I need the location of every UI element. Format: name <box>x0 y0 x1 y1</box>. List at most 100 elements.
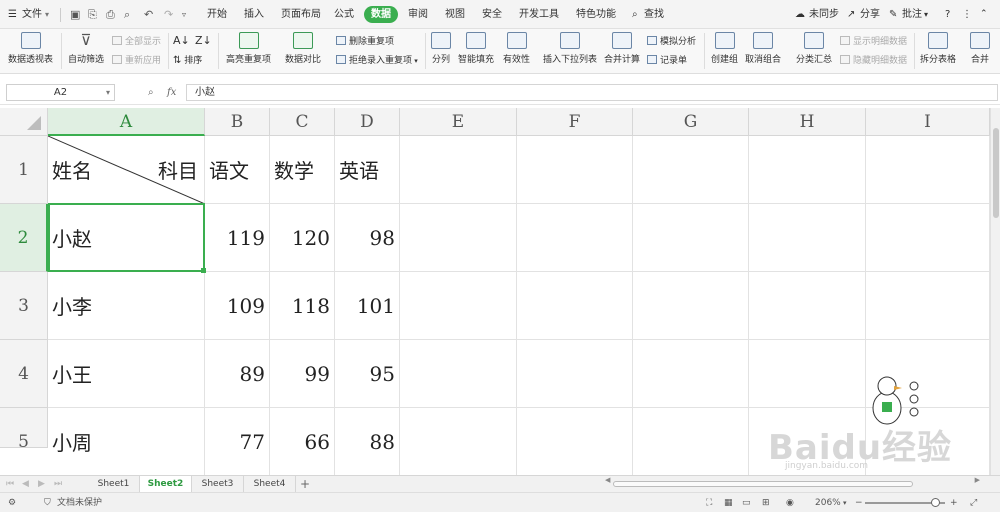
cell-h2[interactable] <box>749 204 866 272</box>
cell-e1[interactable] <box>400 136 517 204</box>
chevron-down-icon[interactable]: ▾ <box>45 0 49 29</box>
cell-c1[interactable]: 数学 <box>270 136 335 204</box>
cell-h1[interactable] <box>749 136 866 204</box>
cell-d3[interactable]: 101 <box>335 272 400 340</box>
zoom-out-icon[interactable]: − <box>855 493 863 513</box>
zoom-formula-icon[interactable]: ⌕ <box>148 84 154 101</box>
row-header-2[interactable]: 2 <box>0 204 48 272</box>
show-all-button[interactable]: 全部显示 <box>112 34 161 47</box>
cell-e5[interactable] <box>400 408 517 475</box>
subtotal-button[interactable]: 分类汇总 <box>796 32 832 65</box>
row-header-3[interactable]: 3 <box>0 272 48 340</box>
undo-icon[interactable]: ↶ <box>144 0 153 29</box>
print-icon[interactable]: ⎙ <box>106 0 115 29</box>
cell-h4[interactable] <box>749 340 866 408</box>
cell-a4[interactable]: 小王 <box>48 340 205 408</box>
save-icon[interactable]: ▣ <box>70 0 80 29</box>
insert-dropdown-button[interactable]: 插入下拉列表 <box>543 32 597 65</box>
file-menu[interactable]: 文件 <box>22 0 42 29</box>
first-sheet-icon[interactable]: ⏮ <box>6 476 14 492</box>
cell-b3[interactable]: 109 <box>205 272 270 340</box>
row-header-4[interactable]: 4 <box>0 340 48 408</box>
cell-d2[interactable]: 98 <box>335 204 400 272</box>
cell-g2[interactable] <box>633 204 749 272</box>
cell-i2[interactable] <box>866 204 990 272</box>
tab-page-layout[interactable]: 页面布局 <box>281 0 321 29</box>
scroll-thumb[interactable] <box>613 481 913 487</box>
column-header-c[interactable]: C <box>270 108 335 136</box>
quick-access-dropdown-icon[interactable]: ▿ <box>182 0 186 29</box>
cell-c3[interactable]: 118 <box>270 272 335 340</box>
cell-f3[interactable] <box>517 272 633 340</box>
protect-status[interactable]: 文档未保护 <box>57 493 102 513</box>
cell-f4[interactable] <box>517 340 633 408</box>
row-header-1[interactable]: 1 <box>0 136 48 204</box>
create-group-button[interactable]: 创建组 <box>711 32 738 65</box>
zoom-slider-knob[interactable] <box>931 498 940 507</box>
cell-a2[interactable]: 小赵 <box>48 204 205 272</box>
cloud-icon[interactable]: ☁ <box>795 0 805 29</box>
macro-icon[interactable]: ⚙ <box>8 493 16 513</box>
cell-b1[interactable]: 语文 <box>205 136 270 204</box>
fx-icon[interactable]: fx <box>167 84 176 101</box>
cell-f5[interactable] <box>517 408 633 475</box>
cell-a3[interactable]: 小李 <box>48 272 205 340</box>
zoom-level[interactable]: 206% <box>815 493 841 513</box>
expand-icon[interactable]: ⤢ <box>970 493 977 513</box>
chevron-down-icon[interactable]: ▾ <box>843 493 847 513</box>
cell-e2[interactable] <box>400 204 517 272</box>
cell-f1[interactable] <box>517 136 633 204</box>
sort-button[interactable]: ⇅ 排序 <box>173 53 202 66</box>
split-table-button[interactable]: 拆分表格 <box>920 32 956 65</box>
column-header-d[interactable]: D <box>335 108 400 136</box>
cell-g4[interactable] <box>633 340 749 408</box>
cell-b4[interactable]: 89 <box>205 340 270 408</box>
tab-home[interactable]: 开始 <box>207 0 227 29</box>
tab-review[interactable]: 审阅 <box>408 0 428 29</box>
prev-sheet-icon[interactable]: ◀ <box>22 476 29 492</box>
share-icon[interactable]: ↗ <box>847 0 855 29</box>
sync-status[interactable]: 未同步 <box>809 0 839 29</box>
zoom-in-icon[interactable]: + <box>950 493 958 513</box>
smart-fill-button[interactable]: 智能填充 <box>458 32 494 65</box>
what-if-analysis-button[interactable]: 模拟分析 <box>647 34 696 47</box>
cell-i1[interactable] <box>866 136 990 204</box>
name-box[interactable]: A2 ▾ <box>6 84 115 101</box>
cell-c5[interactable]: 66 <box>270 408 335 475</box>
cell-c4[interactable]: 99 <box>270 340 335 408</box>
next-sheet-icon[interactable]: ▶ <box>38 476 45 492</box>
cell-b2[interactable]: 119 <box>205 204 270 272</box>
sheet-tab-1[interactable]: Sheet1 <box>88 476 140 492</box>
pivot-table-button[interactable]: 数据透视表 <box>8 32 53 65</box>
column-header-a[interactable]: A <box>48 108 205 136</box>
comment-icon[interactable]: ✎ <box>889 0 897 29</box>
sort-asc-icon[interactable]: A↓ <box>173 34 190 47</box>
data-compare-button[interactable]: 数据对比 <box>285 32 321 65</box>
add-sheet-icon[interactable]: + <box>300 476 310 492</box>
share-button[interactable]: 分享 <box>860 0 880 29</box>
scroll-thumb[interactable] <box>993 128 999 218</box>
tab-developer[interactable]: 开发工具 <box>519 0 559 29</box>
tab-insert[interactable]: 插入 <box>244 0 264 29</box>
highlight-duplicates-button[interactable]: 高亮重复项 <box>226 32 271 65</box>
last-sheet-icon[interactable]: ⏭ <box>54 476 62 492</box>
page-layout-icon[interactable]: ▭ <box>742 493 751 513</box>
column-header-f[interactable]: F <box>517 108 633 136</box>
more-icon[interactable]: ⋮ <box>962 0 972 29</box>
search-label[interactable]: 查找 <box>644 0 664 29</box>
horizontal-scrollbar[interactable]: ◀ ▶ <box>605 476 980 489</box>
merge-table-button[interactable]: 合并 <box>970 32 990 65</box>
scroll-left-icon[interactable]: ◀ <box>605 476 610 484</box>
sheet-tab-3[interactable]: Sheet3 <box>192 476 244 492</box>
chevron-down-icon[interactable]: ▾ <box>924 0 928 29</box>
zoom-slider[interactable] <box>865 498 945 507</box>
normal-view-icon[interactable]: ▦ <box>724 493 733 513</box>
eye-protection-icon[interactable]: ◉ <box>786 493 794 513</box>
cell-g1[interactable] <box>633 136 749 204</box>
column-header-b[interactable]: B <box>205 108 270 136</box>
cell-e4[interactable] <box>400 340 517 408</box>
tab-data[interactable]: 数据 <box>364 6 398 23</box>
cell-h3[interactable] <box>749 272 866 340</box>
remove-duplicates-button[interactable]: 删除重复项 <box>336 34 394 47</box>
column-header-g[interactable]: G <box>633 108 749 136</box>
